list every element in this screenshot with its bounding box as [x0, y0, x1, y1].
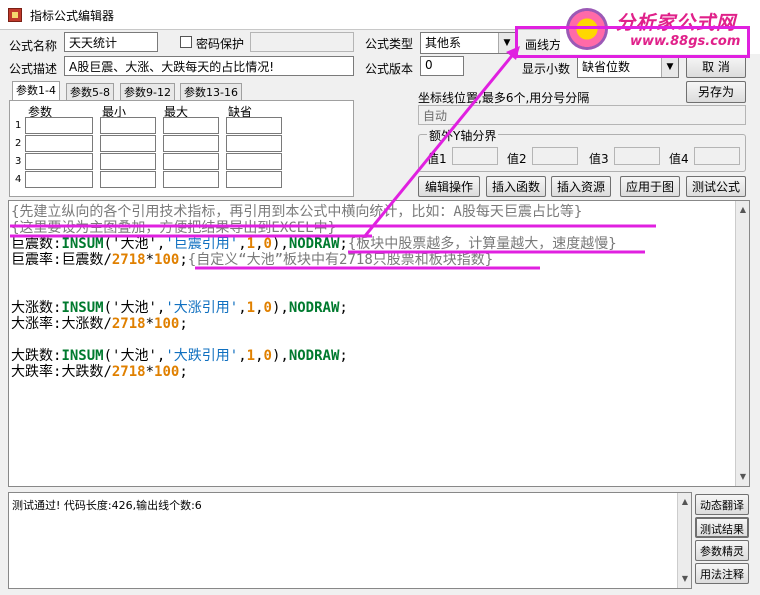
y-value-input-3[interactable]: [614, 147, 660, 165]
decimals-value: 缺省位数: [582, 60, 631, 74]
dynamic-translate-button[interactable]: 动态翻译: [695, 494, 749, 515]
param-default-input[interactable]: [226, 153, 282, 170]
scroll-up-icon[interactable]: ▲: [678, 495, 692, 509]
y-value-label-4: 值4: [669, 152, 689, 166]
code-line: 大跌数:INSUM('大池','大跌引用',1,0),NODRAW;: [11, 348, 348, 364]
formula-desc-label: 公式描述: [9, 62, 58, 76]
tab-params-9-12[interactable]: 参数9-12: [120, 83, 175, 101]
y-value-label-3: 值3: [589, 152, 609, 166]
apply-to-chart-button[interactable]: 应用于图: [620, 176, 680, 197]
coord-line-label: 坐标线位置,最多6个,用分号分隔: [418, 91, 590, 105]
window-title: 指标公式编辑器: [30, 9, 115, 23]
param-name-input[interactable]: [25, 171, 93, 188]
chevron-down-icon: ▼: [661, 57, 678, 77]
formula-type-value: 其他系: [425, 36, 462, 50]
formula-type-select[interactable]: 其他系 ▼: [420, 32, 516, 54]
decimals-label: 显示小数: [522, 62, 571, 76]
param-row-index: 1: [15, 120, 22, 131]
coord-line-input[interactable]: 自动: [418, 105, 746, 125]
formula-name-label: 公式名称: [9, 39, 58, 53]
code-comment: {先建立纵向的各个引用技术指标，再引用到本公式中横向统计，比如：A股每天巨震占比…: [11, 204, 583, 220]
param-min-input[interactable]: [100, 153, 156, 170]
param-row-index: 3: [15, 156, 22, 167]
params-panel: 参数 最小 最大 缺省 1 2 3 4: [9, 100, 354, 197]
y-value-label-1: 值1: [427, 152, 447, 166]
chevron-down-icon: ▼: [498, 33, 515, 53]
edit-operation-button[interactable]: 编辑操作: [418, 176, 480, 197]
decimals-select[interactable]: 缺省位数 ▼: [577, 56, 679, 78]
param-min-input[interactable]: [100, 117, 156, 134]
insert-resource-button[interactable]: 插入资源: [551, 176, 611, 197]
param-max-input[interactable]: [163, 117, 219, 134]
code-editor[interactable]: {先建立纵向的各个引用技术指标，再引用到本公式中横向统计，比如：A股每天巨震占比…: [8, 200, 750, 487]
y-value-input-2[interactable]: [532, 147, 578, 165]
scroll-down-icon[interactable]: ▼: [736, 470, 749, 484]
status-text: 测试通过! 代码长度:426,输出线个数:6: [12, 499, 202, 512]
formula-desc-input[interactable]: A股巨震、大涨、大跌每天的占比情况!: [64, 56, 354, 76]
app-icon: [8, 8, 22, 22]
usage-notes-button[interactable]: 用法注释: [695, 563, 749, 584]
y-axis-group-title: 额外Y轴分界: [427, 127, 499, 144]
param-row-index: 2: [15, 138, 22, 149]
param-min-input[interactable]: [100, 171, 156, 188]
password-checkbox[interactable]: [180, 36, 192, 48]
param-wizard-button[interactable]: 参数精灵: [695, 540, 749, 561]
param-name-input[interactable]: [25, 135, 93, 152]
formula-version-input[interactable]: 0: [420, 56, 464, 76]
code-line: 大涨率:大涨数/2718*100;: [11, 316, 188, 332]
insert-function-button[interactable]: 插入函数: [486, 176, 546, 197]
annotation-box: [515, 26, 750, 58]
scroll-up-icon[interactable]: ▲: [736, 203, 749, 217]
password-input[interactable]: [250, 32, 354, 52]
param-min-input[interactable]: [100, 135, 156, 152]
test-formula-button[interactable]: 测试公式: [686, 176, 746, 197]
param-name-input[interactable]: [25, 117, 93, 134]
code-line: 巨震数:INSUM('大池','巨震引用',1,0),NODRAW;{板块中股票…: [11, 236, 617, 252]
tab-params-1-4[interactable]: 参数1-4: [12, 81, 60, 101]
y-value-input-4[interactable]: [694, 147, 740, 165]
code-comment: {这里要设为主图叠加，方便把结果导出到EXCEL中}: [11, 220, 336, 236]
y-value-label-2: 值2: [507, 152, 527, 166]
formula-version-label: 公式版本: [365, 62, 414, 76]
tab-params-13-16[interactable]: 参数13-16: [180, 83, 242, 101]
cancel-button[interactable]: 取 消: [686, 56, 746, 78]
param-max-input[interactable]: [163, 171, 219, 188]
param-row-index: 4: [15, 174, 22, 185]
save-as-button[interactable]: 另存为: [686, 81, 746, 103]
param-name-input[interactable]: [25, 153, 93, 170]
status-scrollbar[interactable]: ▲ ▼: [677, 493, 691, 588]
password-label: 密码保护: [196, 37, 245, 51]
tab-params-5-8[interactable]: 参数5-8: [66, 83, 114, 101]
editor-scrollbar[interactable]: ▲ ▼: [735, 201, 749, 486]
test-result-button[interactable]: 测试结果: [695, 517, 749, 538]
param-default-input[interactable]: [226, 135, 282, 152]
code-line: 大涨数:INSUM('大池','大涨引用',1,0),NODRAW;: [11, 300, 348, 316]
param-default-input[interactable]: [226, 171, 282, 188]
scroll-down-icon[interactable]: ▼: [678, 572, 692, 586]
formula-name-input[interactable]: 天天统计: [64, 32, 158, 52]
code-line: 大跌率:大跌数/2718*100;: [11, 364, 188, 380]
param-default-input[interactable]: [226, 117, 282, 134]
status-output: 测试通过! 代码长度:426,输出线个数:6 ▲ ▼: [8, 492, 692, 589]
formula-type-label: 公式类型: [365, 37, 414, 51]
code-line: 巨震率:巨震数/2718*100;{自定义“大池”板块中有2718只股票和板块指…: [11, 252, 494, 268]
y-value-input-1[interactable]: [452, 147, 498, 165]
param-max-input[interactable]: [163, 153, 219, 170]
y-axis-group: 额外Y轴分界 值1 值2 值3 值4: [418, 127, 746, 172]
param-max-input[interactable]: [163, 135, 219, 152]
